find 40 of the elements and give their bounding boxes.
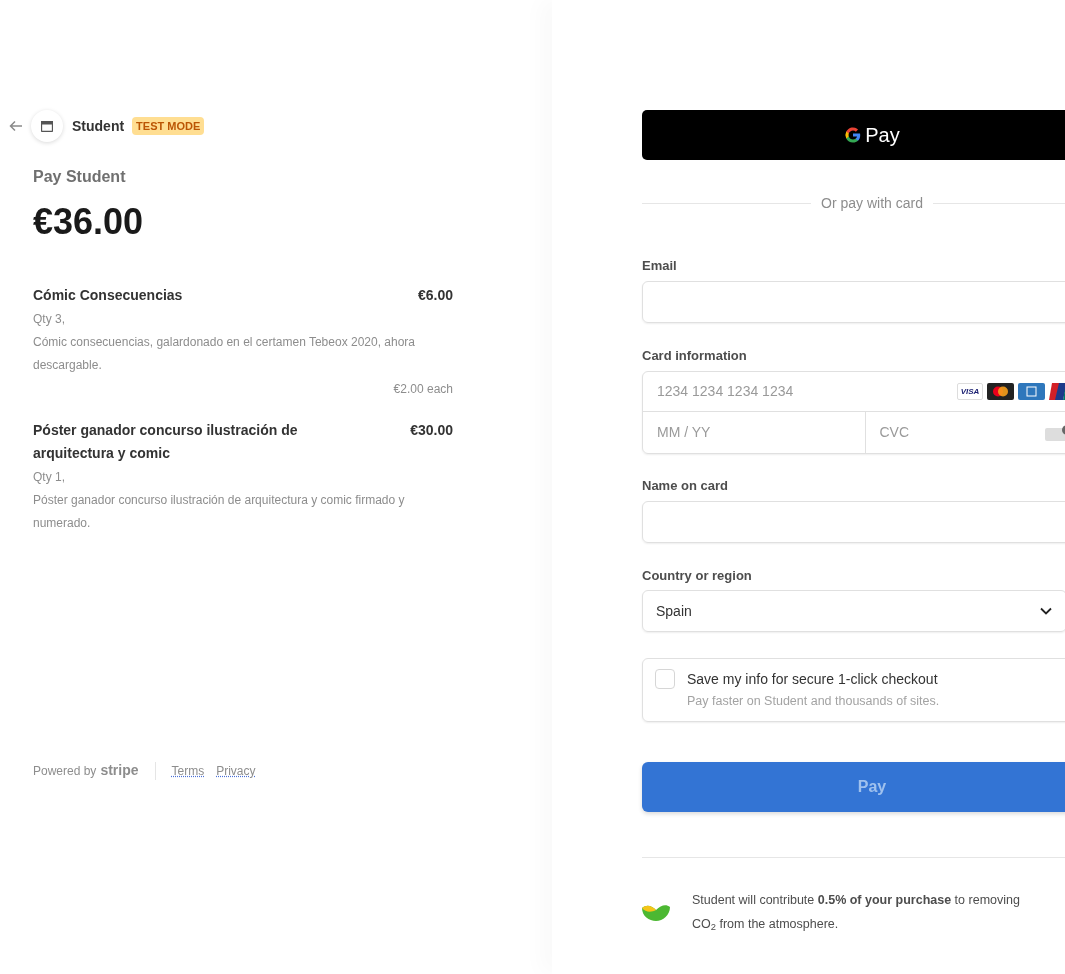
card-number-field[interactable]: 1234 1234 1234 1234 VISA bbox=[643, 372, 1065, 412]
back-arrow-icon[interactable] bbox=[9, 119, 23, 133]
climate-text: Student will contribute 0.5% of your purchase to removing CO$_{2}$ from the atmosphere. bbox=[692, 892, 1021, 935]
footer-link[interactable]: Privacy bbox=[216, 761, 256, 780]
leaf-icon bbox=[642, 902, 670, 922]
item-description: Póster ganador concurso ilustración de arquitectura y comic firmado y numerado. bbox=[33, 492, 406, 532]
mastercard-icon bbox=[987, 383, 1014, 400]
save-info-subtitle: Pay faster on Student and thousands of sites. bbox=[687, 693, 940, 710]
item-price: €6.00 bbox=[417, 286, 453, 305]
visa-logo: VISA bbox=[957, 383, 983, 400]
email-field[interactable] bbox=[642, 280, 1065, 323]
pay-label: Pay Student bbox=[33, 167, 127, 187]
field-label: Email bbox=[642, 257, 678, 275]
test-mode-badge: TEST MODE bbox=[132, 116, 205, 136]
field-label: Name on card bbox=[642, 477, 729, 495]
stripe-logo: stripe bbox=[100, 761, 139, 780]
unit-price: €2.00 each bbox=[393, 381, 453, 398]
field-label: Country or region bbox=[642, 566, 753, 585]
merchant-name: Student bbox=[72, 116, 125, 136]
google-pay-button[interactable]: Pay bbox=[642, 110, 1065, 160]
powered-by-text: Powered by bbox=[33, 762, 97, 780]
item-quantity: Qty 1, bbox=[33, 469, 66, 486]
google-logo-icon bbox=[844, 126, 863, 144]
item-price: €30.00 bbox=[410, 421, 453, 440]
cvc-field[interactable]: CVC bbox=[865, 412, 1065, 453]
item-name: Póster ganador concurso ilustración de arquitectura y comic bbox=[33, 421, 299, 463]
divider-text: Or pay with card bbox=[821, 194, 923, 213]
save-info-checkbox[interactable] bbox=[655, 669, 675, 689]
total-amount: €36.00 bbox=[33, 200, 145, 244]
save-info-title: Save my info for secure 1-click checkout bbox=[687, 670, 939, 689]
expiry-field[interactable]: MM / YY bbox=[643, 412, 866, 453]
item-name: Cómic Consecuencias bbox=[33, 286, 183, 305]
field-label: Card information bbox=[642, 346, 748, 365]
footer-link[interactable]: Terms bbox=[171, 761, 205, 780]
item-quantity: Qty 3, bbox=[33, 311, 66, 328]
item-description: Cómic consecuencias, galardonado en el certamen Tebeox 2020, ahora descargable. bbox=[33, 334, 417, 374]
name-field[interactable] bbox=[642, 500, 1065, 543]
cvc-card-icon bbox=[1045, 423, 1065, 442]
store-icon bbox=[41, 120, 53, 132]
chevron-down-icon bbox=[1040, 607, 1052, 615]
